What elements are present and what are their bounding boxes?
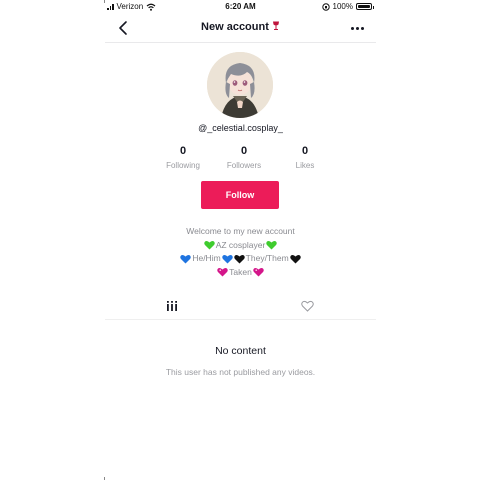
bio-line-3: He/Him They/Them — [105, 252, 376, 266]
bio-line-2: AZ cosplayer — [105, 239, 376, 253]
empty-state-title: No content — [215, 345, 266, 357]
bio-text: Welcome to my new account — [186, 226, 295, 236]
phone-screen: Verizon 6:20 AM 100% New account @_celes… — [105, 0, 376, 480]
stat-value: 0 — [301, 145, 309, 157]
ellipsis-dot-icon — [350, 26, 354, 30]
stat-value: 0 — [179, 145, 187, 157]
bio-line-4: Taken — [105, 266, 376, 280]
wine-glass-icon — [272, 21, 279, 30]
tab-videos[interactable] — [163, 297, 181, 315]
stat-label: Likes — [295, 161, 315, 170]
sparkling-heart-icon — [217, 268, 228, 277]
bio-line-1: Welcome to my new account — [105, 225, 376, 239]
follow-button[interactable]: Follow — [201, 181, 279, 209]
blue-heart-icon — [180, 254, 192, 264]
bio-text: Taken — [229, 266, 252, 277]
nav-bar: New account — [105, 14, 376, 43]
green-heart-icon — [203, 241, 215, 250]
blue-heart-icon — [221, 254, 233, 264]
orientation-lock-icon — [321, 2, 330, 11]
profile-bio: Welcome to my new account AZ cosplayer H… — [105, 225, 376, 279]
battery-percent: 100% — [332, 2, 353, 11]
stat-label: Following — [166, 161, 200, 170]
battery-icon — [356, 3, 374, 10]
stat-label: Followers — [226, 161, 262, 170]
black-heart-icon — [289, 254, 301, 264]
more-options-button[interactable] — [348, 19, 366, 37]
empty-state-subtitle: This user has not published any videos. — [165, 367, 316, 377]
profile-handle: @_celestial.cosplay_ — [198, 123, 283, 133]
page-title: New account — [105, 21, 376, 33]
profile-avatar[interactable] — [207, 52, 273, 118]
ellipsis-dot-icon — [360, 26, 364, 30]
stat-likes: 0 Likes — [277, 145, 333, 170]
bio-text: They/Them — [245, 253, 289, 263]
profile-stats: 0 Following 0 Followers 0 Likes — [155, 145, 333, 170]
ellipsis-dot-icon — [355, 26, 359, 30]
bio-text: AZ cosplayer — [215, 239, 266, 250]
avatar-image — [207, 52, 273, 118]
green-heart-icon — [266, 241, 278, 250]
status-right: 100% — [321, 2, 374, 11]
sparkling-heart-icon — [253, 268, 264, 277]
stat-value: 0 — [240, 145, 248, 157]
stat-following[interactable]: 0 Following — [155, 145, 211, 170]
content-tabs — [105, 293, 376, 320]
heart-outline-icon — [300, 300, 314, 312]
status-bar: Verizon 6:20 AM 100% — [105, 0, 376, 13]
black-heart-icon — [233, 254, 245, 264]
page-title-text: New account — [201, 21, 269, 33]
stat-followers[interactable]: 0 Followers — [216, 145, 272, 170]
tab-liked[interactable] — [298, 297, 316, 315]
grid-bars-icon — [167, 301, 177, 311]
bio-text: He/Him — [192, 253, 221, 263]
